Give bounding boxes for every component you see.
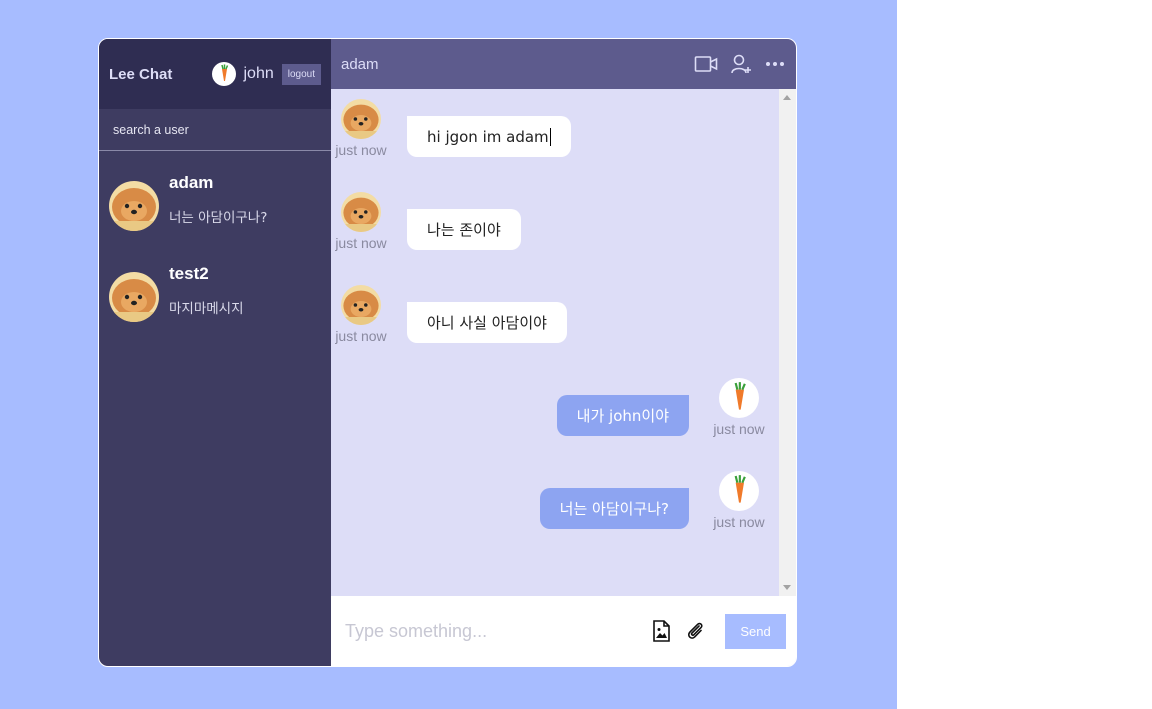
message-bubble: 너는 아담이구나? <box>539 488 689 529</box>
dog-avatar-icon <box>341 192 381 232</box>
message-meta: just now <box>709 471 769 530</box>
scroll-down-arrow-icon[interactable] <box>783 585 791 590</box>
carrot-icon <box>734 475 746 503</box>
app-brand: Lee Chat <box>109 65 173 83</box>
carrot-icon <box>220 64 228 81</box>
message-avatar <box>719 378 759 418</box>
more-icon[interactable] <box>764 54 786 74</box>
chat-info: test2 마지마메시지 <box>169 264 244 317</box>
message-bubble: 아니 사실 아담이야 <box>407 302 567 343</box>
message-time: just now <box>335 235 387 251</box>
message-avatar <box>719 471 759 511</box>
message-text: hi jgon im adam <box>427 127 549 146</box>
message-bubble: 내가 john이야 <box>556 395 689 436</box>
text-cursor <box>549 127 551 146</box>
message-meta: just now <box>331 99 391 158</box>
carrot-icon <box>734 382 746 410</box>
chat-info: adam 너는 아담이구나? <box>169 173 267 226</box>
chat-header-name: adam <box>341 55 379 73</box>
message-avatar <box>341 285 381 325</box>
chat-name: adam <box>169 173 214 192</box>
attach-paperclip-icon[interactable] <box>685 620 705 642</box>
message-meta: just now <box>331 192 391 251</box>
message-incoming: just now 나는 존이야 <box>331 192 521 251</box>
chat-pane: adam just now hi jgon im adam just now 나… <box>331 39 796 666</box>
chat-header: adam <box>331 39 796 89</box>
user-name: john <box>243 65 274 82</box>
messages-scrollbar[interactable] <box>779 89 796 596</box>
chat-item-adam[interactable]: adam 너는 아담이구나? <box>99 161 331 234</box>
video-camera-icon[interactable] <box>694 54 718 74</box>
user-search <box>99 109 331 151</box>
chat-avatar <box>109 272 159 322</box>
image-file-icon[interactable] <box>651 620 671 642</box>
message-avatar <box>341 99 381 139</box>
message-incoming: just now hi jgon im adam <box>331 99 571 158</box>
search-user-input[interactable] <box>111 121 319 138</box>
message-time: just now <box>335 328 387 344</box>
message-bubble: hi jgon im adam <box>407 116 571 157</box>
message-avatar <box>341 192 381 232</box>
current-user: john logout <box>211 62 321 86</box>
message-meta: just now <box>331 285 391 344</box>
send-button[interactable]: Send <box>725 613 786 649</box>
dog-avatar-icon <box>341 99 381 139</box>
chat-item-test2[interactable]: test2 마지마메시지 <box>99 252 331 325</box>
message-incoming: just now 아니 사실 아담이야 <box>331 285 567 344</box>
user-avatar <box>211 62 236 86</box>
message-input-bar: Send <box>331 596 796 666</box>
dog-avatar-icon <box>341 285 381 325</box>
chat-avatar <box>109 181 159 231</box>
message-outgoing: just now 너는 아담이구나? <box>539 471 769 530</box>
chat-app-container: Lee Chat john logout search a user adam … <box>98 38 797 667</box>
message-time: just now <box>335 142 387 158</box>
message-bubble: 나는 존이야 <box>407 209 521 250</box>
dog-avatar-icon <box>109 181 159 231</box>
sidebar: Lee Chat john logout search a user adam … <box>99 39 331 666</box>
chat-name: test2 <box>169 264 209 283</box>
logout-button[interactable]: logout <box>281 63 321 85</box>
add-user-icon[interactable] <box>730 53 752 75</box>
message-meta: just now <box>709 378 769 437</box>
message-time: just now <box>713 421 765 437</box>
sidebar-navbar: Lee Chat john logout <box>99 39 331 109</box>
chat-list: adam 너는 아담이구나? test2 마지마메시지 <box>99 151 331 325</box>
messages-area[interactable]: just now hi jgon im adam just now 나는 존이야… <box>331 89 796 596</box>
chat-last-message: 너는 아담이구나? <box>169 210 268 226</box>
send-area: Send <box>651 613 786 649</box>
scroll-up-arrow-icon[interactable] <box>783 95 791 100</box>
dog-avatar-icon <box>109 272 159 322</box>
chat-last-message: 마지마메시지 <box>169 301 244 317</box>
message-outgoing: just now 내가 john이야 <box>556 378 769 437</box>
chat-header-actions <box>694 53 786 75</box>
message-time: just now <box>713 514 765 530</box>
message-input[interactable] <box>343 619 651 643</box>
